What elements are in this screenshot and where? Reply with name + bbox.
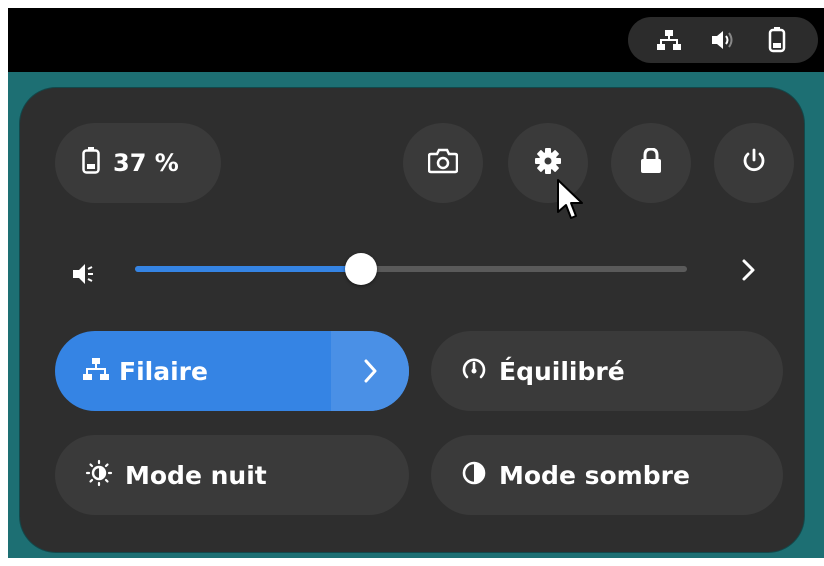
top-bar xyxy=(8,8,824,72)
network-wired-icon xyxy=(654,25,684,55)
dark-mode-icon xyxy=(461,460,487,490)
system-tray[interactable] xyxy=(628,17,818,63)
screenshot-button[interactable] xyxy=(403,123,483,203)
wired-network-menu-button[interactable] xyxy=(331,331,409,411)
wired-network-label: Filaire xyxy=(119,356,208,386)
power-mode-label: Équilibré xyxy=(499,356,625,386)
volume-slider[interactable] xyxy=(135,253,687,285)
network-wired-icon xyxy=(83,357,109,385)
battery-icon xyxy=(81,147,101,179)
gear-icon xyxy=(534,147,562,179)
volume-slider-handle[interactable] xyxy=(345,253,378,285)
power-button[interactable] xyxy=(714,123,794,203)
quick-settings-panel: 37 % Filaire Équilibré Mode nuit Mode so… xyxy=(20,88,804,552)
volume-menu-button[interactable] xyxy=(730,252,766,288)
battery-percentage: 37 % xyxy=(113,149,179,177)
wired-network-toggle-main[interactable]: Filaire xyxy=(55,331,331,411)
power-icon xyxy=(741,148,767,178)
desktop: 37 % Filaire Équilibré Mode nuit Mode so… xyxy=(8,8,824,558)
lock-icon xyxy=(640,147,662,178)
camera-icon xyxy=(427,148,459,178)
night-light-icon xyxy=(85,459,113,491)
speaker-low-icon[interactable] xyxy=(68,256,104,292)
dark-mode-label: Mode sombre xyxy=(499,460,690,490)
chevron-right-icon xyxy=(364,359,377,383)
speedometer-icon xyxy=(461,356,487,386)
lock-button[interactable] xyxy=(611,123,691,203)
speaker-icon xyxy=(708,25,738,55)
battery-button[interactable]: 37 % xyxy=(55,123,221,203)
volume-slider-fill xyxy=(135,266,362,272)
mouse-pointer-icon xyxy=(557,179,583,219)
battery-icon xyxy=(762,25,792,55)
night-mode-toggle[interactable]: Mode nuit xyxy=(55,435,409,515)
dark-mode-toggle[interactable]: Mode sombre xyxy=(431,435,783,515)
night-mode-label: Mode nuit xyxy=(125,460,267,490)
chevron-right-icon xyxy=(742,259,755,281)
wired-network-toggle[interactable]: Filaire xyxy=(55,331,409,411)
power-mode-toggle[interactable]: Équilibré xyxy=(431,331,783,411)
